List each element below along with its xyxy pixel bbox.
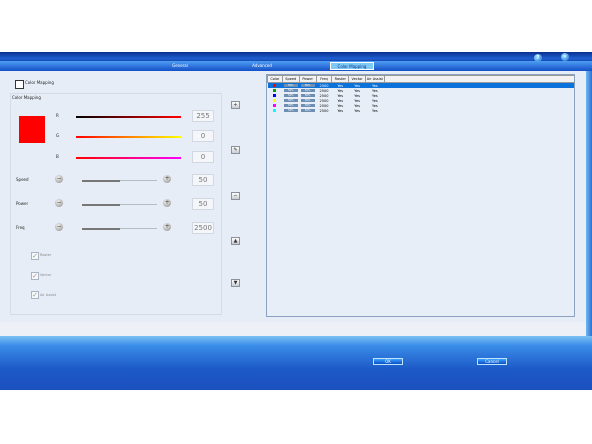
row-speed-cell: 50%: [282, 108, 299, 113]
air-assist-label: Air Assist: [40, 293, 57, 297]
col-power[interactable]: Power: [298, 75, 317, 83]
col-vector[interactable]: Vector: [348, 75, 367, 83]
raster-label: Raster: [40, 253, 52, 257]
row-power-cell: 50%: [299, 88, 316, 93]
power-increase-button[interactable]: +: [163, 199, 171, 207]
row-power-cell: 50%: [299, 98, 316, 103]
b-value-field[interactable]: 0: [192, 151, 214, 163]
row-speed-bar: 50%: [283, 89, 298, 92]
air-assist-checkbox[interactable]: ✓: [31, 291, 39, 299]
table-header-row: Color Speed Power Freq Raster Vector Air…: [267, 75, 574, 83]
move-up-button[interactable]: ▲: [231, 237, 240, 245]
button-bar: OK Cancel: [0, 336, 592, 390]
r-channel-label: R: [56, 113, 59, 118]
row-speed-cell: 50%: [282, 93, 299, 98]
power-decrease-button[interactable]: −: [55, 199, 63, 207]
g-channel-label: G: [56, 133, 60, 138]
row-speed-bar: 50%: [283, 84, 298, 87]
vector-checkbox[interactable]: ✓: [31, 272, 39, 280]
tab-general[interactable]: General: [160, 62, 200, 70]
col-air-assist[interactable]: Air Assist: [365, 75, 385, 83]
row-speed-cell: 50%: [282, 88, 299, 93]
freq-increase-button[interactable]: +: [163, 223, 171, 231]
move-down-button[interactable]: ▼: [231, 279, 240, 287]
add-button[interactable]: +: [231, 101, 240, 109]
ok-button[interactable]: OK: [373, 358, 403, 365]
row-power-cell: 50%: [299, 93, 316, 98]
power-label: Power: [16, 201, 29, 206]
power-value-field[interactable]: 50: [192, 198, 214, 210]
speed-value-field[interactable]: 50: [192, 174, 214, 186]
color-mapping-checkbox[interactable]: [15, 80, 24, 89]
row-color-swatch: [273, 84, 277, 87]
speed-slider[interactable]: [82, 180, 157, 182]
row-power-cell: 50%: [299, 108, 316, 113]
row-power-bar: 50%: [300, 94, 315, 97]
row-speed-bar: 50%: [283, 104, 298, 107]
row-raster-cell: Yes: [337, 108, 344, 113]
freq-value-field[interactable]: 2500: [192, 222, 214, 234]
freq-label: Freq: [16, 225, 25, 230]
speed-label: Speed: [16, 177, 29, 182]
row-speed-cell: 50%: [282, 103, 299, 108]
col-speed[interactable]: Speed: [281, 75, 300, 83]
row-power-bar: 50%: [300, 89, 315, 92]
col-raster[interactable]: Raster: [331, 75, 350, 83]
row-power-cell: 50%: [299, 103, 316, 108]
delete-button[interactable]: −: [231, 192, 240, 200]
freq-slider[interactable]: [82, 228, 157, 230]
status-strip: [0, 322, 586, 336]
color-mapping-checkbox-label: Color Mapping: [25, 80, 54, 85]
row-speed-bar: 50%: [283, 94, 298, 97]
b-channel-label: B: [56, 154, 59, 159]
color-swatch[interactable]: [19, 116, 45, 143]
b-channel-slider[interactable]: [76, 157, 181, 159]
speed-increase-button[interactable]: +: [163, 175, 171, 183]
col-filler: [383, 75, 574, 83]
edit-button[interactable]: ✎: [231, 146, 240, 154]
vector-label: Vector: [40, 273, 52, 277]
group-title: Color Mapping: [12, 95, 41, 100]
g-value-field[interactable]: 0: [192, 130, 214, 142]
tab-color-mapping[interactable]: Color Mapping: [330, 62, 374, 70]
row-speed-cell: 50%: [282, 82, 300, 88]
r-channel-slider[interactable]: [76, 116, 181, 118]
row-color-swatch: [273, 94, 277, 97]
col-freq[interactable]: Freq: [315, 75, 333, 83]
tab-bar: General Advanced Color Mapping: [0, 61, 592, 71]
color-table[interactable]: Color Speed Power Freq Raster Vector Air…: [266, 74, 575, 317]
row-power-bar: 50%: [300, 84, 315, 87]
col-color[interactable]: Color: [267, 75, 283, 83]
row-speed-bar: 50%: [283, 109, 298, 112]
freq-decrease-button[interactable]: −: [55, 223, 63, 231]
row-color-cell: [268, 108, 283, 113]
content-panel: Color Mapping Color Mapping R 255 G 0 B …: [0, 71, 586, 322]
row-filler-cell: [384, 108, 574, 113]
row-freq-cell: 2500: [319, 108, 329, 113]
row-power-bar: 50%: [300, 109, 315, 112]
row-speed-bar: 50%: [283, 99, 298, 102]
window-right-border: [586, 71, 592, 341]
settings-window: ? ✕ General Advanced Color Mapping Color…: [0, 52, 592, 390]
row-power-bar: 50%: [300, 99, 315, 102]
row-air-assist-cell: Yes: [372, 108, 378, 113]
color-table-grid: Color Speed Power Freq Raster Vector Air…: [267, 75, 574, 113]
row-color-swatch: [273, 89, 277, 92]
g-channel-slider[interactable]: [76, 136, 181, 138]
raster-checkbox[interactable]: ✓: [31, 252, 39, 260]
speed-decrease-button[interactable]: −: [55, 175, 63, 183]
r-value-field[interactable]: 255: [192, 110, 214, 122]
power-slider[interactable]: [82, 204, 157, 206]
row-color-swatch: [273, 109, 277, 112]
tab-advanced[interactable]: Advanced: [242, 62, 282, 70]
row-color-swatch: [273, 99, 277, 102]
table-row[interactable]: 50% 50% 2500 Yes Yes Yes: [268, 108, 575, 113]
close-icon[interactable]: ✕: [561, 53, 569, 61]
row-power-cell: 50%: [299, 82, 317, 88]
cancel-button[interactable]: Cancel: [477, 358, 507, 365]
row-power-bar: 50%: [300, 104, 315, 107]
row-speed-cell: 50%: [282, 98, 299, 103]
row-color-swatch: [273, 104, 277, 107]
row-vector-cell: Yes: [354, 108, 360, 113]
